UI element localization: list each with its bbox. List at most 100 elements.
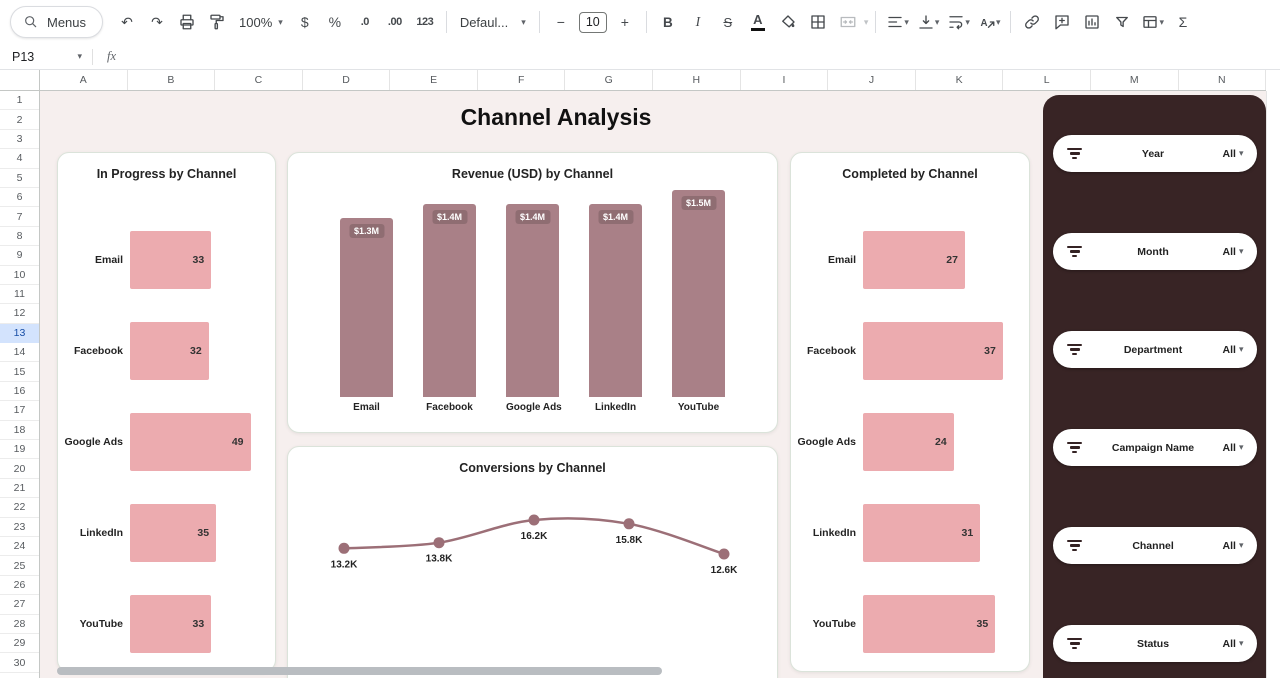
menus-button[interactable]: Menus	[10, 6, 103, 38]
chart-card-revenue[interactable]: Revenue (USD) by Channel $1.3M$1.4M$1.4M…	[287, 152, 778, 433]
number-format-button[interactable]: 123	[411, 8, 439, 36]
row-header-8[interactable]: 8	[0, 227, 39, 246]
cell-name-box[interactable]: P13 ▾	[0, 44, 92, 69]
slicer-value[interactable]: All ▾	[1223, 540, 1244, 552]
insert-comment-button[interactable]	[1048, 8, 1076, 36]
currency-format-button[interactable]: $	[291, 8, 319, 36]
chart-card-in-progress[interactable]: In Progress by Channel Email33Facebook32…	[57, 152, 276, 672]
column-header-H[interactable]: H	[653, 70, 741, 90]
row-header-29[interactable]: 29	[0, 634, 39, 653]
slicer-year[interactable]: YearAll ▾	[1053, 135, 1257, 172]
column-header-C[interactable]: C	[215, 70, 303, 90]
bold-button[interactable]: B	[654, 8, 682, 36]
slicer-value[interactable]: All ▾	[1223, 638, 1244, 650]
column-header-N[interactable]: N	[1179, 70, 1267, 90]
row-header-5[interactable]: 5	[0, 169, 39, 188]
row-header-31[interactable]: 31	[0, 673, 39, 678]
chart-card-conversions[interactable]: Conversions by Channel 13.2K13.8K16.2K15…	[287, 446, 778, 678]
row-header-3[interactable]: 3	[0, 130, 39, 149]
row-header-18[interactable]: 18	[0, 421, 39, 440]
increase-font-size-button[interactable]: +	[611, 8, 639, 36]
print-button[interactable]	[173, 8, 201, 36]
column-header-E[interactable]: E	[390, 70, 478, 90]
row-header-1[interactable]: 1	[0, 91, 39, 110]
row-header-12[interactable]: 12	[0, 304, 39, 323]
row-header-25[interactable]: 25	[0, 556, 39, 575]
insert-chart-button[interactable]	[1078, 8, 1106, 36]
chart-card-completed[interactable]: Completed by Channel Email27Facebook37Go…	[790, 152, 1030, 672]
row-header-20[interactable]: 20	[0, 459, 39, 478]
borders-button[interactable]	[804, 8, 832, 36]
decrease-decimals-button[interactable]: .0	[351, 8, 379, 36]
column-header-F[interactable]: F	[478, 70, 566, 90]
slicer-value[interactable]: All ▾	[1223, 442, 1244, 454]
horizontal-align-button[interactable]: ▾	[883, 8, 912, 36]
vertical-align-button[interactable]: ▾	[914, 8, 943, 36]
slicer-channel[interactable]: ChannelAll ▾	[1053, 527, 1257, 564]
column-header-B[interactable]: B	[128, 70, 216, 90]
zoom-select[interactable]: 100% ▾	[233, 11, 289, 34]
text-color-button[interactable]: A	[744, 8, 772, 36]
column-header-I[interactable]: I	[741, 70, 829, 90]
insert-link-button[interactable]	[1018, 8, 1046, 36]
row-header-16[interactable]: 16	[0, 382, 39, 401]
row-header-27[interactable]: 27	[0, 595, 39, 614]
row-header-19[interactable]: 19	[0, 440, 39, 459]
font-select[interactable]: Defaul... ▾	[454, 11, 532, 34]
row-header-9[interactable]: 9	[0, 246, 39, 265]
column-header-G[interactable]: G	[565, 70, 653, 90]
row-header-2[interactable]: 2	[0, 110, 39, 129]
row-header-24[interactable]: 24	[0, 537, 39, 556]
row-header-28[interactable]: 28	[0, 615, 39, 634]
percent-format-button[interactable]: %	[321, 8, 349, 36]
column-header-D[interactable]: D	[303, 70, 391, 90]
create-filter-button[interactable]	[1108, 8, 1136, 36]
row-header-26[interactable]: 26	[0, 576, 39, 595]
data-point	[529, 515, 540, 526]
slicer-status[interactable]: StatusAll ▾	[1053, 625, 1257, 662]
column-header-A[interactable]: A	[40, 70, 128, 90]
row-header-30[interactable]: 30	[0, 653, 39, 672]
filter-views-button[interactable]: ▾	[1138, 8, 1167, 36]
row-header-13[interactable]: 13	[0, 324, 39, 343]
fill-color-button[interactable]	[774, 8, 802, 36]
column-header-L[interactable]: L	[1003, 70, 1091, 90]
strikethrough-button[interactable]: S	[714, 8, 742, 36]
column-header-J[interactable]: J	[828, 70, 916, 90]
italic-button[interactable]: I	[684, 8, 712, 36]
row-header-17[interactable]: 17	[0, 401, 39, 420]
slicer-department[interactable]: DepartmentAll ▾	[1053, 331, 1257, 368]
row-header-11[interactable]: 11	[0, 285, 39, 304]
merge-dropdown[interactable]: ▾	[864, 17, 869, 28]
paint-format-button[interactable]	[203, 8, 231, 36]
slicer-value[interactable]: All ▾	[1223, 148, 1244, 160]
select-all-corner[interactable]	[0, 70, 40, 91]
row-header-7[interactable]: 7	[0, 207, 39, 226]
font-size-input[interactable]: 10	[579, 12, 607, 33]
row-header-10[interactable]: 10	[0, 266, 39, 285]
column-header-M[interactable]: M	[1091, 70, 1179, 90]
formula-input[interactable]	[130, 44, 1280, 69]
increase-decimals-button[interactable]: .00	[381, 8, 409, 36]
row-header-6[interactable]: 6	[0, 188, 39, 207]
row-header-21[interactable]: 21	[0, 479, 39, 498]
decrease-font-size-button[interactable]: −	[547, 8, 575, 36]
undo-button[interactable]: ↶	[113, 8, 141, 36]
slicer-campaign-name[interactable]: Campaign NameAll ▾	[1053, 429, 1257, 466]
slicer-value[interactable]: All ▾	[1223, 246, 1244, 258]
text-wrap-button[interactable]: ▾	[944, 8, 973, 36]
slicer-value[interactable]: All ▾	[1223, 344, 1244, 356]
horizontal-scrollbar[interactable]	[57, 667, 662, 675]
functions-button[interactable]: Σ	[1169, 8, 1197, 36]
text-rotation-button[interactable]: A ▾	[975, 8, 1004, 36]
slicer-month[interactable]: MonthAll ▾	[1053, 233, 1257, 270]
row-header-22[interactable]: 22	[0, 498, 39, 517]
column-header-K[interactable]: K	[916, 70, 1004, 90]
row-header-14[interactable]: 14	[0, 343, 39, 362]
row-header-4[interactable]: 4	[0, 149, 39, 168]
redo-button[interactable]: ↷	[143, 8, 171, 36]
merge-cells-button[interactable]	[834, 8, 862, 36]
vertical-scrollbar[interactable]	[1266, 91, 1280, 678]
row-header-15[interactable]: 15	[0, 362, 39, 381]
row-header-23[interactable]: 23	[0, 518, 39, 537]
